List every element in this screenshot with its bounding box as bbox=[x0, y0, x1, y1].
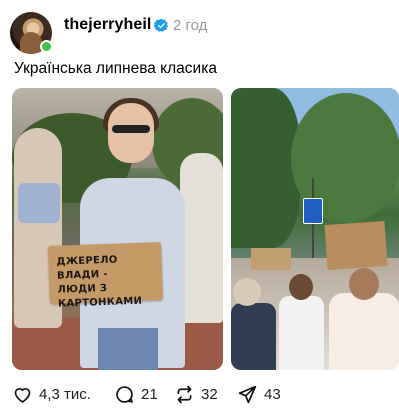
person-head bbox=[349, 268, 379, 300]
sunglasses bbox=[112, 125, 150, 133]
sign-line-2: ЛЮДИ З КАРТОНКАМИ bbox=[57, 282, 143, 310]
cardboard-sign bbox=[251, 248, 291, 270]
like-button[interactable]: 4,3 тис. bbox=[12, 383, 91, 405]
person bbox=[329, 293, 399, 370]
post-timestamp[interactable]: 2 год bbox=[173, 17, 207, 34]
share-count: 43 bbox=[264, 385, 281, 403]
person-head bbox=[233, 278, 261, 306]
avatar-figure bbox=[20, 32, 42, 54]
post-image-crowd[interactable] bbox=[231, 88, 399, 370]
post-text: Українська липнева класика bbox=[14, 60, 217, 77]
heart-icon bbox=[14, 387, 31, 403]
tree bbox=[231, 88, 301, 248]
share-button[interactable]: 43 bbox=[237, 383, 281, 405]
cardboard-sign: ДЖЕРЕЛО ВЛАДИ - ЛЮДИ З КАРТОНКАМИ bbox=[48, 242, 163, 310]
repost-icon bbox=[177, 385, 192, 403]
person-left-top bbox=[18, 183, 60, 223]
send-icon bbox=[238, 385, 257, 403]
sign-line-1: ДЖЕРЕЛО ВЛАДИ - bbox=[56, 254, 118, 282]
online-status-indicator bbox=[40, 40, 53, 53]
head bbox=[108, 103, 154, 163]
person bbox=[279, 296, 324, 370]
person-head bbox=[289, 274, 313, 300]
repost-button[interactable]: 32 bbox=[174, 383, 218, 405]
cardboard-sign bbox=[324, 220, 388, 271]
reply-count: 21 bbox=[141, 385, 158, 403]
verified-badge-icon bbox=[154, 18, 169, 32]
jeans bbox=[98, 328, 158, 370]
comment-icon bbox=[116, 385, 133, 403]
reply-button[interactable]: 21 bbox=[114, 383, 158, 405]
like-count: 4,3 тис. bbox=[39, 385, 91, 403]
post-header: thejerryheil 2 год bbox=[8, 8, 391, 54]
post-actions-bar: 4,3 тис. 21 32 43 bbox=[12, 383, 392, 405]
person-right bbox=[180, 153, 223, 323]
username-link[interactable]: thejerryheil bbox=[64, 16, 151, 34]
road-sign bbox=[303, 198, 323, 224]
post-image-protester-with-sign[interactable]: ДЖЕРЕЛО ВЛАДИ - ЛЮДИ З КАРТОНКАМИ bbox=[12, 88, 223, 370]
person bbox=[231, 303, 276, 370]
repost-count: 32 bbox=[201, 385, 218, 403]
